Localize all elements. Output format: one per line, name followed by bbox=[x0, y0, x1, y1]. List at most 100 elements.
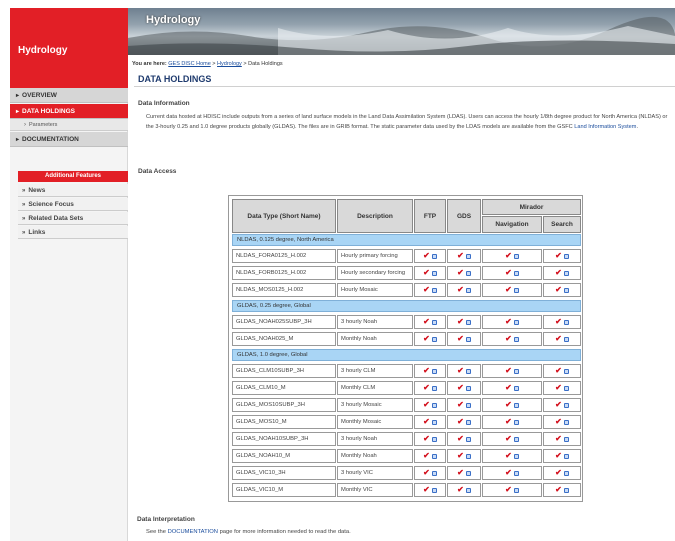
link-icon[interactable] bbox=[513, 319, 519, 325]
table-cell-ftp: ✔ bbox=[414, 432, 446, 446]
link-icon[interactable] bbox=[563, 402, 569, 408]
link-icon[interactable] bbox=[513, 402, 519, 408]
link-icon[interactable] bbox=[513, 336, 519, 342]
link-icon[interactable] bbox=[513, 487, 519, 493]
site-logo[interactable]: Hydrology bbox=[10, 8, 128, 88]
link-icon[interactable] bbox=[431, 336, 437, 342]
nav-item-documentation[interactable]: ▸ Documentation bbox=[10, 132, 128, 147]
link-icon[interactable] bbox=[465, 419, 471, 425]
link-icon[interactable] bbox=[465, 368, 471, 374]
link-icon[interactable] bbox=[431, 385, 437, 391]
check-icon: ✔ bbox=[457, 383, 464, 392]
table-cell-gds: ✔ bbox=[447, 283, 481, 297]
link-icon[interactable] bbox=[465, 470, 471, 476]
table-cell-short-name: GLDAS_NOAH025_M bbox=[232, 332, 336, 346]
check-icon: ✔ bbox=[457, 451, 464, 460]
feature-item-label: Links bbox=[28, 229, 46, 236]
table-cell-short-name: GLDAS_NOAH10_M bbox=[232, 449, 336, 463]
link-icon[interactable] bbox=[563, 385, 569, 391]
link-icon[interactable] bbox=[563, 270, 569, 276]
link-icon[interactable] bbox=[563, 419, 569, 425]
check-icon: ✔ bbox=[555, 334, 562, 343]
link-icon[interactable] bbox=[513, 270, 519, 276]
nav-item-label: Overview bbox=[22, 92, 57, 99]
title-divider bbox=[134, 86, 675, 87]
table-cell-ftp: ✔ bbox=[414, 466, 446, 480]
breadcrumb-hydrology-link[interactable]: Hydrology bbox=[217, 61, 242, 67]
link-icon[interactable] bbox=[513, 368, 519, 374]
link-icon[interactable] bbox=[563, 436, 569, 442]
link-icon[interactable] bbox=[513, 287, 519, 293]
link-icon[interactable] bbox=[465, 336, 471, 342]
link-icon[interactable] bbox=[513, 453, 519, 459]
link-icon[interactable] bbox=[465, 287, 471, 293]
header-mirador: Mirador bbox=[482, 199, 581, 215]
link-icon[interactable] bbox=[465, 253, 471, 259]
feature-item-label: News bbox=[28, 187, 46, 194]
check-icon: ✔ bbox=[505, 417, 512, 426]
link-icon[interactable] bbox=[431, 253, 437, 259]
table-cell-navigation: ✔ bbox=[482, 381, 542, 395]
info-text-part2: . bbox=[636, 124, 638, 130]
check-icon: ✔ bbox=[555, 485, 562, 494]
link-icon[interactable] bbox=[465, 487, 471, 493]
check-icon: ✔ bbox=[555, 366, 562, 375]
land-information-system-link[interactable]: Land Information System bbox=[574, 124, 636, 130]
feature-item-links[interactable]: » Links bbox=[18, 226, 128, 239]
link-icon[interactable] bbox=[563, 487, 569, 493]
link-icon[interactable] bbox=[465, 319, 471, 325]
breadcrumb-home-link[interactable]: GES DISC Home bbox=[168, 61, 210, 67]
page-title: DATA HOLDINGS bbox=[138, 74, 212, 84]
table-cell-search: ✔ bbox=[543, 364, 581, 378]
feature-item-related-data-sets[interactable]: » Related Data Sets bbox=[18, 212, 128, 225]
header-ftp: FTP bbox=[414, 199, 446, 233]
nav-subitem-parameters[interactable]: › Parameters bbox=[10, 119, 128, 131]
link-icon[interactable] bbox=[465, 270, 471, 276]
link-icon[interactable] bbox=[431, 487, 437, 493]
nav-item-data-holdings[interactable]: ▸ Data Holdings bbox=[10, 104, 128, 119]
link-icon[interactable] bbox=[431, 287, 437, 293]
link-icon[interactable] bbox=[465, 453, 471, 459]
table-cell-search: ✔ bbox=[543, 266, 581, 280]
link-icon[interactable] bbox=[431, 436, 437, 442]
link-icon[interactable] bbox=[513, 253, 519, 259]
table-cell-navigation: ✔ bbox=[482, 266, 542, 280]
data-access-heading: Data Access bbox=[138, 168, 177, 175]
nav-item-overview[interactable]: ▸ Overview bbox=[10, 88, 128, 103]
link-icon[interactable] bbox=[563, 336, 569, 342]
link-icon[interactable] bbox=[563, 470, 569, 476]
link-icon[interactable] bbox=[513, 385, 519, 391]
link-icon[interactable] bbox=[563, 287, 569, 293]
table-cell-short-name: GLDAS_CLM10_M bbox=[232, 381, 336, 395]
link-icon[interactable] bbox=[563, 368, 569, 374]
link-icon[interactable] bbox=[513, 470, 519, 476]
link-icon[interactable] bbox=[563, 453, 569, 459]
link-icon[interactable] bbox=[431, 419, 437, 425]
link-icon[interactable] bbox=[513, 436, 519, 442]
link-icon[interactable] bbox=[465, 402, 471, 408]
link-icon[interactable] bbox=[431, 470, 437, 476]
link-icon[interactable] bbox=[431, 453, 437, 459]
link-icon[interactable] bbox=[465, 385, 471, 391]
link-icon[interactable] bbox=[431, 368, 437, 374]
header-search: Search bbox=[543, 216, 581, 233]
link-icon[interactable] bbox=[431, 319, 437, 325]
link-icon[interactable] bbox=[513, 419, 519, 425]
header-navigation: Navigation bbox=[482, 216, 542, 233]
link-icon[interactable] bbox=[563, 253, 569, 259]
link-icon[interactable] bbox=[563, 319, 569, 325]
check-icon: ✔ bbox=[423, 434, 430, 443]
feature-item-news[interactable]: » News bbox=[18, 184, 128, 197]
link-icon[interactable] bbox=[431, 402, 437, 408]
link-icon[interactable] bbox=[431, 270, 437, 276]
table-cell-description: 3 hourly CLM bbox=[337, 364, 413, 378]
check-icon: ✔ bbox=[423, 400, 430, 409]
table-cell-ftp: ✔ bbox=[414, 415, 446, 429]
feature-item-science-focus[interactable]: » Science Focus bbox=[18, 198, 128, 211]
link-icon[interactable] bbox=[465, 436, 471, 442]
documentation-link[interactable]: DOCUMENTATION bbox=[168, 529, 218, 535]
table-cell-description: Hourly Mosaic bbox=[337, 283, 413, 297]
check-icon: ✔ bbox=[457, 417, 464, 426]
table-cell-ftp: ✔ bbox=[414, 283, 446, 297]
interp-text-part1: See the bbox=[146, 529, 168, 535]
